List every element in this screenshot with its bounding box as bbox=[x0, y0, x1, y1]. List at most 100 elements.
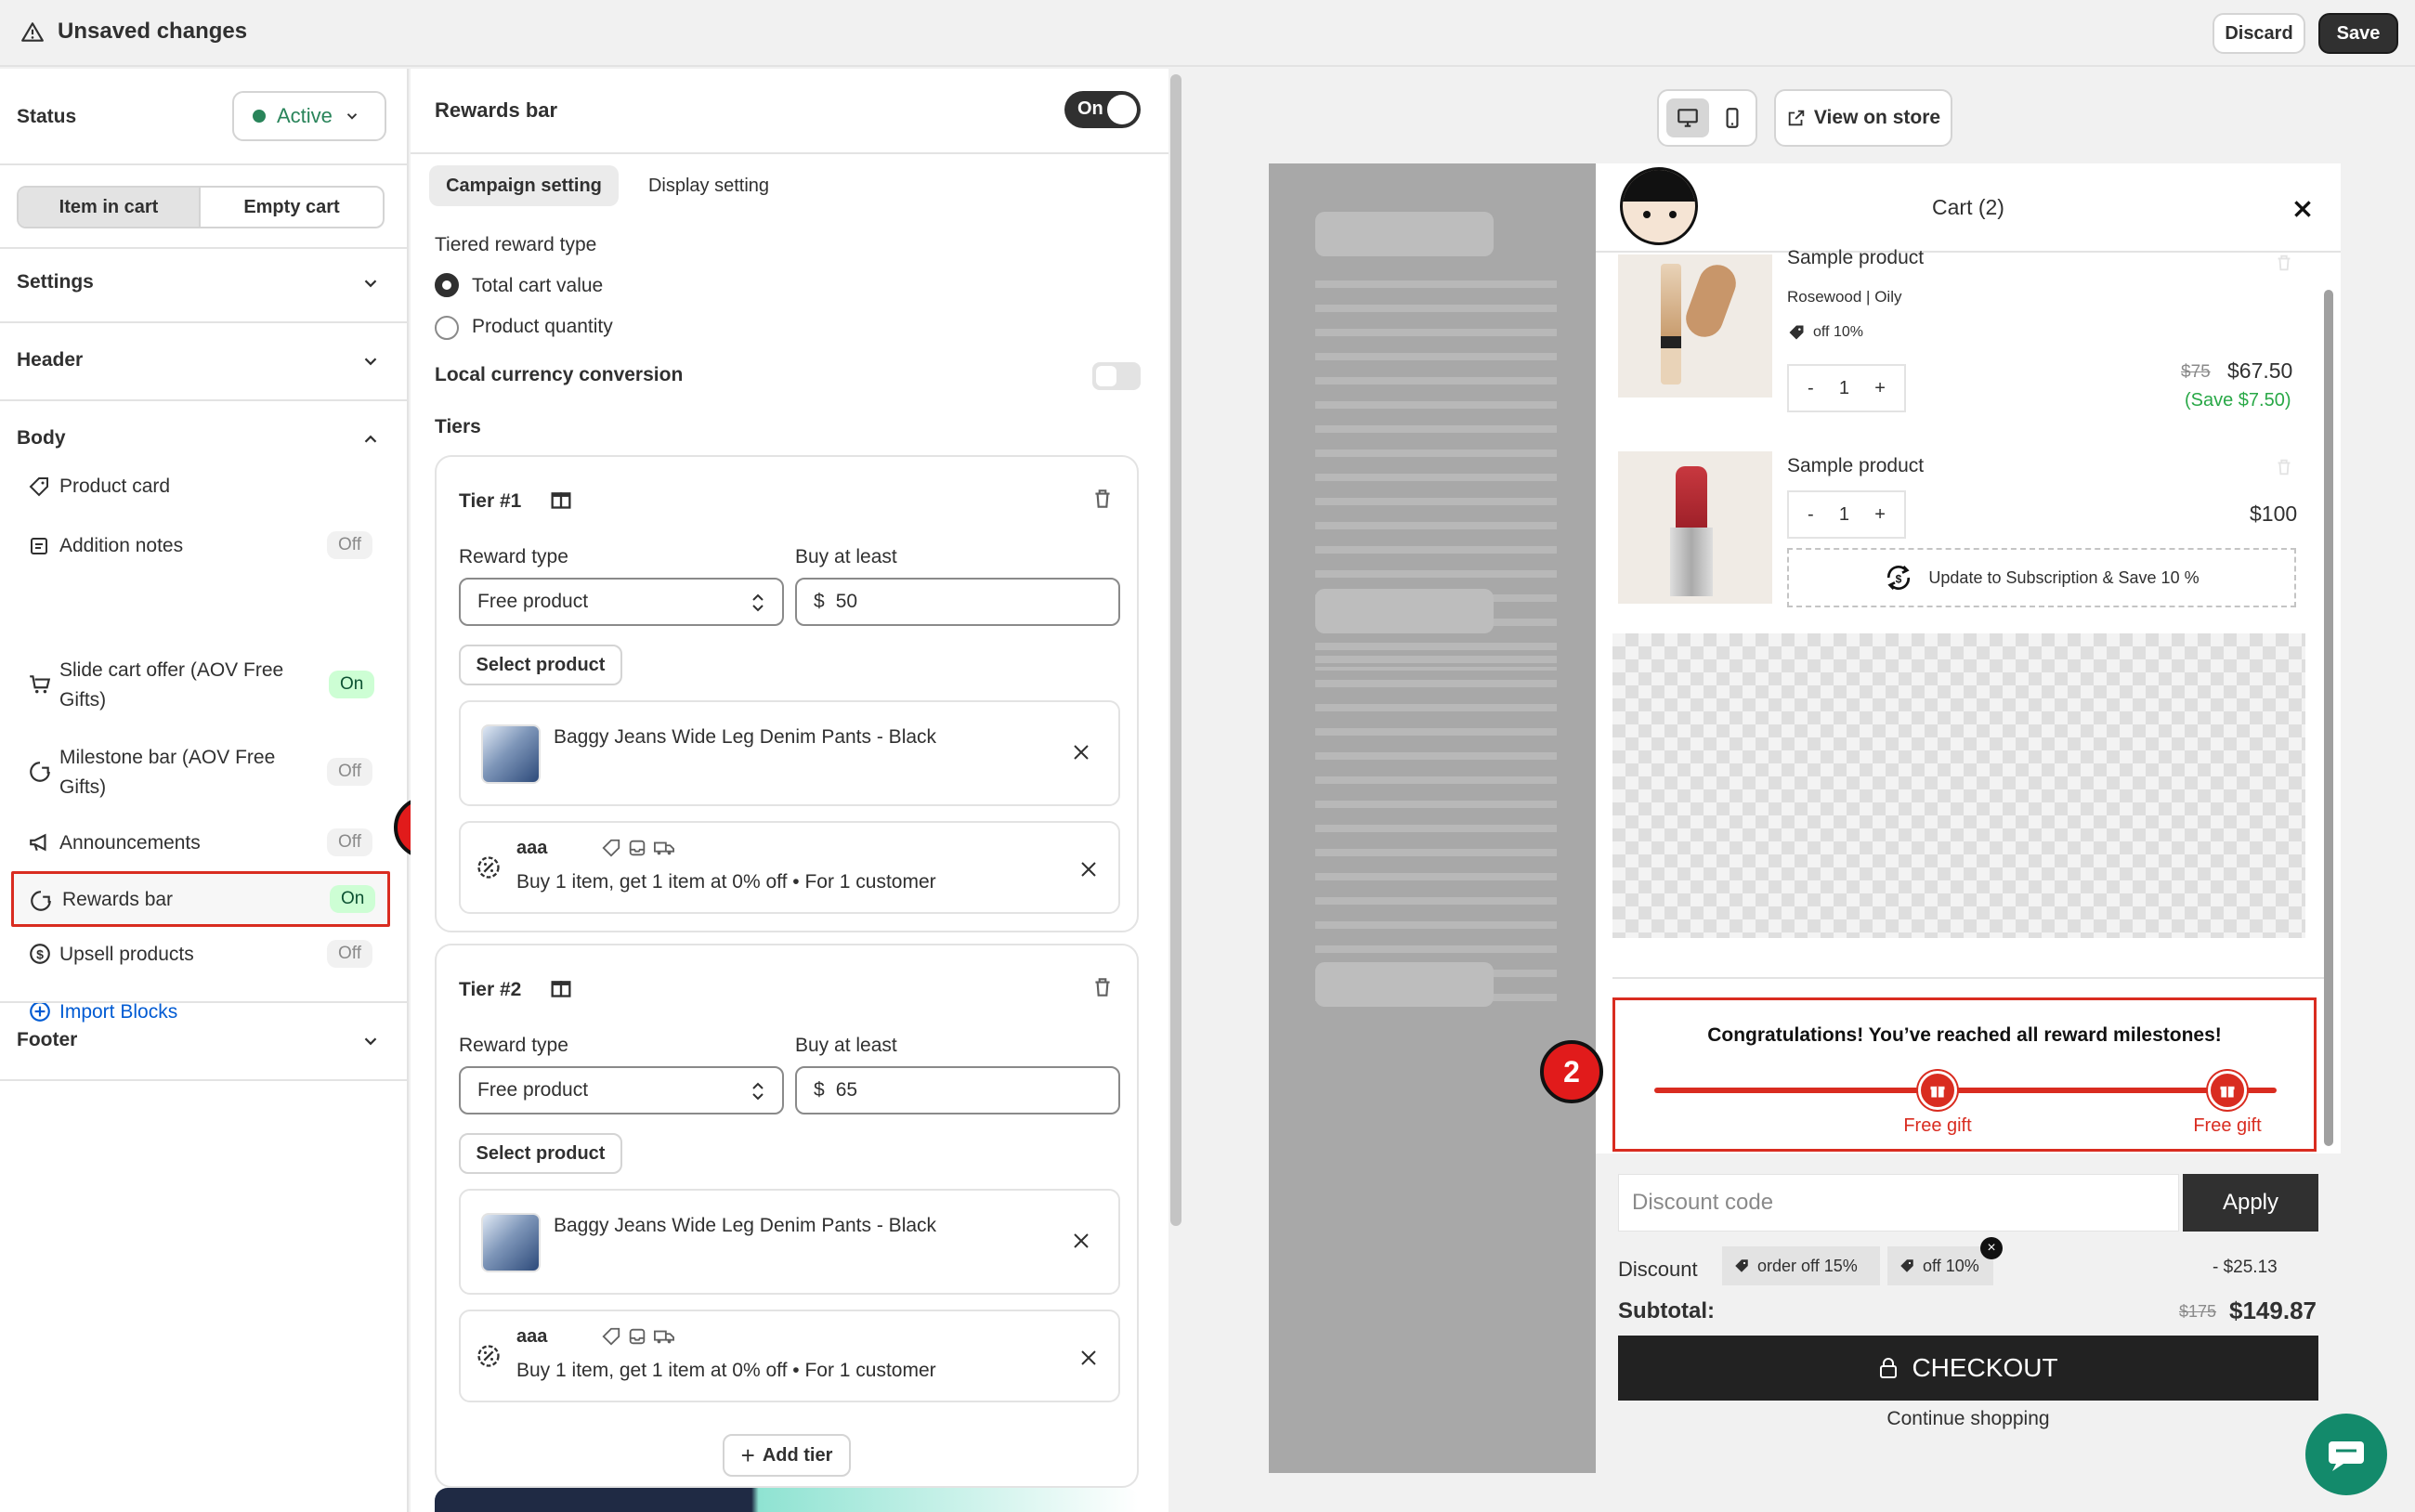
tab-campaign-setting[interactable]: Campaign setting bbox=[429, 165, 619, 206]
select-product-button[interactable]: Select product bbox=[459, 645, 622, 685]
decrease-qty-button[interactable]: - bbox=[1808, 378, 1814, 399]
panel-scrollbar[interactable] bbox=[1170, 74, 1181, 1226]
cart-scrollbar[interactable] bbox=[2324, 290, 2333, 1146]
truck-icon bbox=[654, 841, 674, 855]
tag-icon bbox=[29, 477, 48, 497]
trash-icon[interactable] bbox=[1090, 975, 1115, 999]
milestone-gift-icon bbox=[2208, 1071, 2247, 1110]
quantity-stepper[interactable]: - 1 + bbox=[1787, 490, 1906, 539]
import-blocks-link[interactable]: Import Blocks bbox=[17, 988, 388, 1035]
note-icon bbox=[31, 538, 47, 554]
discount-tag: order off 15% bbox=[1722, 1246, 1880, 1285]
status-badge: Off bbox=[327, 531, 372, 559]
tag-icon bbox=[1789, 325, 1804, 340]
add-tier-button[interactable]: + Add tier bbox=[723, 1434, 851, 1477]
sidebar-item-product-card[interactable]: Product card bbox=[17, 464, 388, 511]
discount-badge-icon bbox=[477, 1345, 500, 1367]
tag-icon bbox=[1735, 1259, 1748, 1272]
selected-product: Baggy Jeans Wide Leg Denim Pants - Black bbox=[459, 700, 1120, 806]
reward-type-select[interactable]: Free product bbox=[459, 578, 784, 626]
radio-product-quantity[interactable] bbox=[435, 316, 459, 340]
apply-button[interactable]: Apply bbox=[2183, 1174, 2318, 1232]
cart-drawer: Cart (2) Sample product Rosewood | Oily … bbox=[1596, 163, 2341, 1473]
chevron-up-icon[interactable] bbox=[360, 429, 381, 450]
product-image bbox=[1618, 451, 1772, 604]
megaphone-icon bbox=[30, 833, 46, 852]
currency-conversion-toggle[interactable] bbox=[1092, 362, 1141, 390]
tag-icon bbox=[1900, 1259, 1913, 1272]
selected-product: Baggy Jeans Wide Leg Denim Pants - Black bbox=[459, 1189, 1120, 1295]
close-icon[interactable] bbox=[1070, 1230, 1092, 1252]
tab-empty-cart[interactable]: Empty cart bbox=[201, 188, 383, 227]
status-label: Status bbox=[17, 106, 77, 127]
product-name: Baggy Jeans Wide Leg Denim Pants - Black bbox=[554, 1215, 937, 1236]
sidebar-item-announcements[interactable]: Announcements Off bbox=[17, 819, 388, 866]
sidebar-item-milestone-bar[interactable]: Milestone bar (AOV Free Gifts) Off bbox=[17, 737, 388, 808]
top-bar: Unsaved changes Discard Save bbox=[0, 0, 2415, 67]
trash-icon[interactable] bbox=[2274, 253, 2294, 273]
tab-item-in-cart[interactable]: Item in cart bbox=[19, 188, 201, 227]
close-icon[interactable] bbox=[1070, 741, 1092, 763]
close-icon[interactable] bbox=[2291, 197, 2315, 221]
buy-at-least-input[interactable]: $50 bbox=[795, 578, 1120, 626]
continue-shopping-link[interactable]: Continue shopping bbox=[1596, 1408, 2341, 1430]
discount-description: Buy 1 item, get 1 item at 0% off • For 1… bbox=[516, 1360, 936, 1381]
discount-item: aaa Buy 1 item, get 1 item at 0% off • F… bbox=[459, 1310, 1120, 1402]
subscription-upgrade-button[interactable]: $ Update to Subscription & Save 10 % bbox=[1787, 548, 2296, 607]
chat-button[interactable] bbox=[2305, 1414, 2387, 1495]
status-select[interactable]: Active bbox=[232, 91, 386, 141]
discount-code-input[interactable]: Discount code bbox=[1618, 1174, 2179, 1232]
close-icon[interactable] bbox=[1077, 858, 1100, 880]
subtotal-label: Subtotal: bbox=[1618, 1298, 1715, 1323]
increase-qty-button[interactable]: + bbox=[1874, 504, 1886, 526]
discard-button[interactable]: Discard bbox=[2213, 13, 2305, 54]
desktop-icon bbox=[1677, 109, 1698, 127]
reward-type-select[interactable]: Free product bbox=[459, 1066, 784, 1114]
tab-display-setting[interactable]: Display setting bbox=[630, 165, 788, 206]
discount-name: aaa bbox=[516, 838, 548, 858]
device-toggle bbox=[1657, 89, 1757, 147]
savings: (Save $7.50) bbox=[2185, 390, 2291, 411]
buy-at-least-input[interactable]: $65 bbox=[795, 1066, 1120, 1114]
milestone-label: Free gift bbox=[2193, 1115, 2262, 1136]
tier-card-2: Tier #2 Reward type Buy at least Free pr… bbox=[435, 944, 1139, 1488]
sidebar-item-addition-notes[interactable]: Addition notes Off bbox=[17, 522, 388, 568]
product-thumbnail bbox=[481, 724, 541, 784]
panel-title: Rewards bar bbox=[435, 98, 558, 122]
chevron-down-icon[interactable] bbox=[360, 273, 381, 293]
footer-label[interactable]: Footer bbox=[17, 1029, 77, 1051]
gift-icon bbox=[551, 981, 571, 997]
tag-icon bbox=[602, 839, 620, 857]
body-label[interactable]: Body bbox=[17, 427, 66, 450]
quantity-stepper[interactable]: - 1 + bbox=[1787, 364, 1906, 412]
decrease-qty-button[interactable]: - bbox=[1808, 504, 1814, 526]
mobile-view-button[interactable] bbox=[1713, 98, 1752, 137]
inbox-icon bbox=[629, 1328, 646, 1345]
radio-total-cart-value[interactable] bbox=[435, 273, 459, 297]
save-button[interactable]: Save bbox=[2318, 13, 2398, 54]
checkout-button[interactable]: CHECKOUT bbox=[1618, 1336, 2318, 1401]
header-label[interactable]: Header bbox=[17, 349, 83, 371]
status-badge: Off bbox=[327, 758, 372, 786]
sidebar-item-slide-cart-offer[interactable]: Slide cart offer (AOV Free Gifts) On bbox=[17, 650, 388, 721]
discount-badge-icon bbox=[477, 856, 500, 879]
increase-qty-button[interactable]: + bbox=[1874, 378, 1886, 399]
desktop-view-button[interactable] bbox=[1666, 98, 1709, 137]
trash-icon[interactable] bbox=[2274, 457, 2294, 477]
settings-label[interactable]: Settings bbox=[17, 271, 94, 293]
warning-icon bbox=[21, 22, 44, 42]
select-product-button[interactable]: Select product bbox=[459, 1133, 622, 1174]
view-on-store-button[interactable]: View on store bbox=[1774, 89, 1952, 147]
close-icon[interactable] bbox=[1077, 1347, 1100, 1369]
chevron-down-icon[interactable] bbox=[360, 351, 381, 371]
product-thumbnail bbox=[481, 1213, 541, 1272]
rewards-bar-toggle[interactable]: On bbox=[1064, 91, 1141, 128]
chevron-down-icon[interactable] bbox=[360, 1031, 381, 1051]
external-link-icon bbox=[1788, 110, 1805, 126]
trash-icon[interactable] bbox=[1090, 487, 1115, 511]
product-variant: Rosewood | Oily bbox=[1787, 288, 1902, 306]
sidebar-item-rewards-bar[interactable]: Rewards bar On bbox=[11, 871, 390, 927]
remove-discount-icon[interactable]: × bbox=[1980, 1237, 2003, 1259]
tag-icon bbox=[602, 1327, 620, 1346]
sidebar-item-upsell-products[interactable]: $ Upsell products Off bbox=[17, 931, 388, 977]
